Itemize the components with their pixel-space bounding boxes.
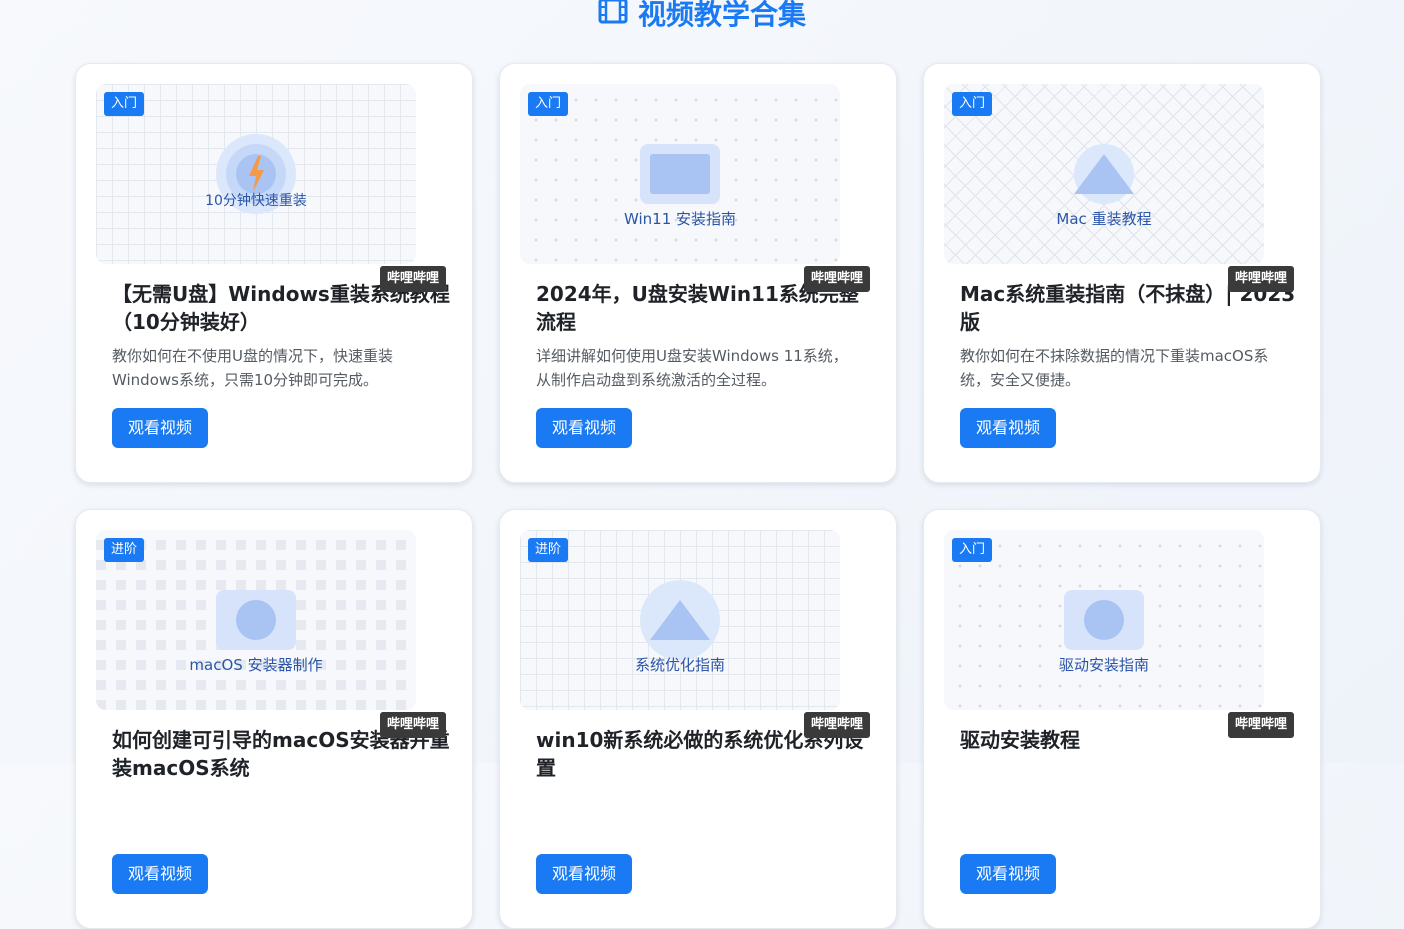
video-card[interactable]: 入门 驱动安装指南 哔哩哔哩 驱动安装教程 观看视频 <box>923 509 1321 929</box>
video-description: 教你如何在不抹除数据的情况下重装macOS系统，安全又便捷。 <box>960 347 1269 389</box>
watch-video-button[interactable]: 观看视频 <box>112 854 209 894</box>
video-thumbnail[interactable]: 入门 驱动安装指南 哔哩哔哩 <box>944 530 1294 738</box>
monitor-icon <box>640 144 720 208</box>
triangle-icon <box>640 580 720 664</box>
thumbnail-caption: Win11 安装指南 <box>623 210 737 228</box>
level-badge: 进阶 <box>528 538 569 562</box>
platform-badge: 哔哩哔哩 <box>803 266 870 292</box>
video-description: 详细讲解如何使用U盘安装Windows 11系统，从制作启动盘到系统激活的全过程… <box>536 347 848 389</box>
watch-video-button[interactable]: 观看视频 <box>536 408 633 448</box>
level-badge: 进阶 <box>104 538 145 562</box>
video-thumbnail[interactable]: 入门 10分钟快速重装 哔哩哔哩 <box>96 84 446 292</box>
thumbnail-caption: Mac 重装教程 <box>1056 210 1152 228</box>
platform-badge: 哔哩哔哩 <box>1227 266 1294 292</box>
level-badge: 入门 <box>104 92 145 116</box>
video-card[interactable]: 入门 Win11 安装指南 哔哩哔哩 2024年，U盘安装Win11系统完整流程… <box>499 63 897 483</box>
platform-badge: 哔哩哔哩 <box>379 712 446 738</box>
video-thumbnail[interactable]: 入门 Mac 重装教程 哔哩哔哩 <box>944 84 1294 292</box>
circle-icon <box>1064 590 1144 654</box>
video-card[interactable]: 入门 10分钟快速重装 哔哩哔哩 【无需U盘】Windows重装系统教程（10分… <box>75 63 473 483</box>
platform-badge: 哔哩哔哩 <box>803 712 870 738</box>
video-thumbnail[interactable]: 进阶 macOS 安装器制作 哔哩哔哩 <box>96 530 446 738</box>
thumbnail-caption: 10分钟快速重装 <box>205 193 307 209</box>
watch-video-button[interactable]: 观看视频 <box>536 854 633 894</box>
video-card[interactable]: 进阶 macOS 安装器制作 哔哩哔哩 如何创建可引导的macOS安装器并重装m… <box>75 509 473 929</box>
triangle-icon <box>1074 144 1134 208</box>
video-card[interactable]: 进阶 系统优化指南 哔哩哔哩 win10新系统必做的系统优化系列设置 观看视频 <box>499 509 897 929</box>
platform-badge: 哔哩哔哩 <box>1227 712 1294 738</box>
video-thumbnail[interactable]: 入门 Win11 安装指南 哔哩哔哩 <box>520 84 870 292</box>
video-card[interactable]: 入门 Mac 重装教程 哔哩哔哩 Mac系统重装指南（不抹盘）| 2023版 教… <box>923 63 1321 483</box>
watch-video-button[interactable]: 观看视频 <box>960 408 1057 448</box>
page-title-text: 视频教学合集 <box>637 0 806 31</box>
page-title: 视频教学合集 <box>0 0 1404 37</box>
level-badge: 入门 <box>952 538 993 562</box>
video-description: 教你如何在不使用U盘的情况下，快速重装Windows系统，只需10分钟即可完成。 <box>112 347 393 389</box>
thumbnail-caption: 驱动安装指南 <box>1058 656 1149 674</box>
circle-icon <box>216 590 296 654</box>
thumbnail-caption: 系统优化指南 <box>634 656 725 674</box>
video-thumbnail[interactable]: 进阶 系统优化指南 哔哩哔哩 <box>520 530 870 738</box>
level-badge: 入门 <box>528 92 569 116</box>
watch-video-button[interactable]: 观看视频 <box>960 854 1057 894</box>
level-badge: 入门 <box>952 92 993 116</box>
watch-video-button[interactable]: 观看视频 <box>112 408 209 448</box>
thumbnail-caption: macOS 安装器制作 <box>189 656 323 674</box>
film-icon <box>598 0 628 37</box>
platform-badge: 哔哩哔哩 <box>379 266 446 292</box>
